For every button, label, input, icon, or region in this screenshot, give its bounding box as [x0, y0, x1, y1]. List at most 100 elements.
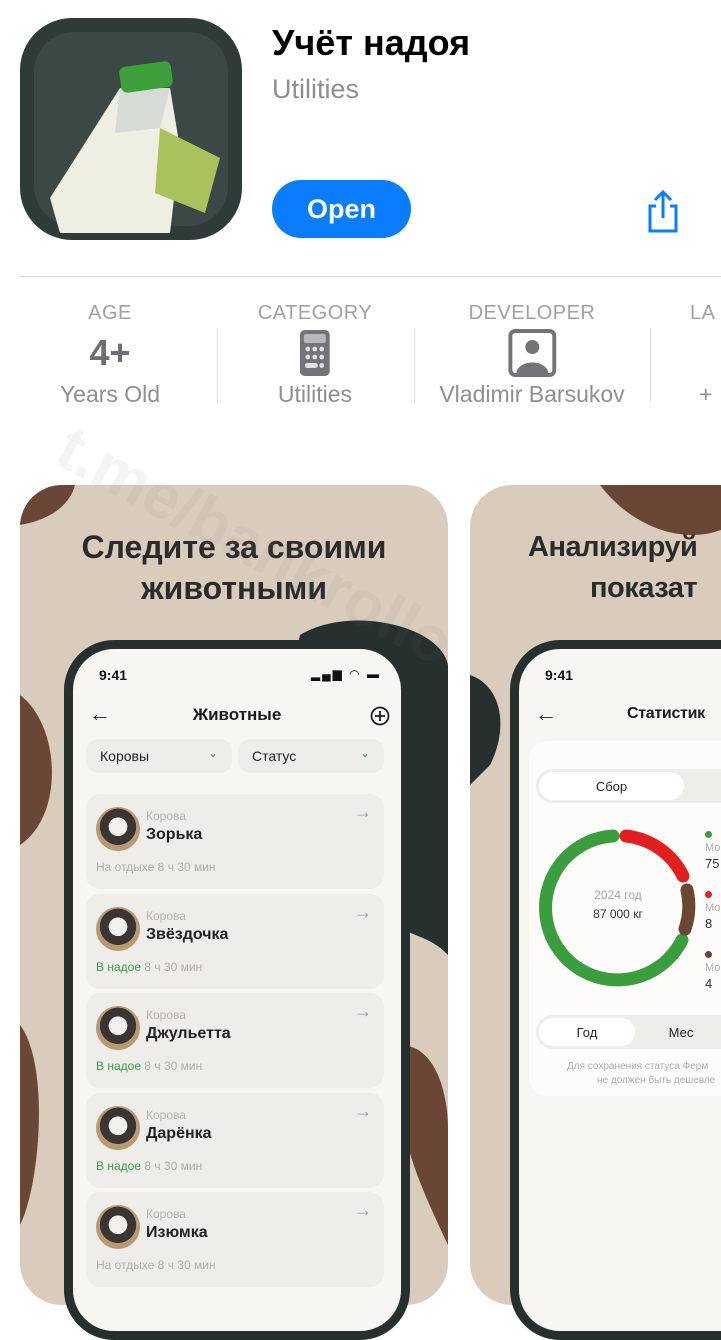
age-label: AGE [88, 302, 132, 324]
cow-avatar [96, 807, 140, 851]
note-line-1: Для сохранения статуса Ферм [567, 1061, 709, 1072]
arrow-right-icon[interactable]: → [354, 802, 372, 823]
share-icon[interactable] [644, 190, 682, 234]
legend-dot [705, 891, 712, 898]
info-age: AGE 4+ Years Old [60, 302, 160, 408]
legend-dot [705, 831, 712, 838]
animal-name: Джульетта [146, 1025, 231, 1042]
animal-list-item[interactable]: Корова Зорька На отдыхе 8 ч 30 мин → [86, 794, 384, 889]
donut-year: 2024 год [594, 888, 642, 902]
arrow-right-icon[interactable]: → [354, 1001, 372, 1022]
legend-dot [705, 951, 712, 958]
legend-value: 4 [705, 976, 713, 991]
status-icons: ▂▄▆ ◠ ▬ [310, 667, 381, 681]
cow-avatar [96, 907, 140, 951]
animal-kind: Корова [146, 1207, 186, 1221]
arrow-right-icon[interactable]: → [354, 1200, 372, 1221]
legend-label: Мо [705, 902, 721, 914]
status-label: В надое [96, 1059, 141, 1073]
legend-value: 75 [705, 856, 720, 871]
animal-kind: Корова [146, 1108, 186, 1122]
status-text: 8 ч 30 мин [141, 1159, 203, 1173]
app-title: Учёт надоя [272, 22, 471, 63]
language-sub: + [699, 381, 713, 407]
category-sub: Utilities [277, 381, 353, 407]
divider [20, 276, 721, 277]
tab-year[interactable]: Год [539, 1018, 635, 1046]
animal-kind: Корова [146, 809, 186, 823]
filter-status[interactable]: Статус ⌄ [238, 739, 384, 773]
legend-label: Мо [705, 962, 721, 974]
animal-name: Зорька [146, 826, 203, 843]
animal-status: На отдыхе 8 ч 30 мин [96, 860, 216, 874]
add-circle-icon[interactable] [370, 706, 390, 726]
note-line-2: не должен быть дешевле [597, 1075, 716, 1086]
chevron-down-icon: ⌄ [359, 746, 370, 760]
animal-status: В надое 8 ч 30 мин [96, 1159, 202, 1173]
status-label: В надое [96, 1159, 141, 1173]
status-text: 8 ч 30 мин [141, 960, 203, 974]
legend-label: Мо [705, 842, 721, 854]
animal-list-item[interactable]: Корова Дарёнка В надое 8 ч 30 мин → [86, 1093, 384, 1188]
filter-label: Статус [252, 748, 297, 764]
developer-label: DEVELOPER [468, 302, 596, 324]
legend-entry: Мо 75 [705, 831, 720, 871]
calculator-icon [299, 330, 330, 376]
animal-status: На отдыхе 8 ч 30 мин [96, 1258, 216, 1272]
status-text: 8 ч 30 мин [141, 1059, 203, 1073]
animal-name: Изюмка [146, 1224, 208, 1241]
divider [414, 328, 415, 402]
donut-segment-red [619, 829, 690, 883]
tab-collection[interactable]: Сбор [539, 772, 684, 800]
developer-sub: Vladimir Barsukov [439, 381, 625, 407]
screen-title: Животные [192, 705, 282, 724]
card-heading-line-2: животными [140, 570, 328, 606]
cow-avatar [96, 1205, 140, 1249]
age-value: 4+ [89, 332, 131, 373]
legend-value: 8 [705, 916, 713, 931]
filter-animal-type[interactable]: Коровы ⌄ [86, 739, 232, 773]
animal-status: В надое 8 ч 30 мин [96, 960, 202, 974]
screen-title: Статистик [627, 705, 705, 722]
status-text: На отдыхе 8 ч 30 мин [96, 1258, 216, 1272]
phone-mockup-2: 9:41 ← Статистик Сбор 2024 год 87 000 кг… [510, 640, 721, 1340]
divider [217, 328, 218, 402]
divider [650, 328, 651, 402]
language-label: LA [690, 302, 716, 324]
animal-list-item[interactable]: Корова Звёздочка В надое 8 ч 30 мин → [86, 894, 384, 989]
animal-name: Дарёнка [146, 1125, 212, 1142]
milk-bottle-icon [50, 61, 220, 233]
status-time: 9:41 [99, 667, 128, 683]
back-arrow-icon[interactable]: ← [535, 701, 557, 727]
animal-status: В надое 8 ч 30 мин [96, 1059, 202, 1073]
person-icon [508, 329, 556, 377]
legend-entry: Мо 4 [705, 951, 720, 991]
animal-name: Звёздочка [146, 926, 229, 943]
card-heading-line-1: Анализируй [528, 531, 698, 563]
open-button[interactable]: Open [272, 180, 411, 238]
animal-kind: Корова [146, 1008, 186, 1022]
donut-total: 87 000 кг [593, 907, 643, 921]
cow-avatar [96, 1006, 140, 1050]
animal-list-item[interactable]: Корова Джульетта В надое 8 ч 30 мин → [86, 993, 384, 1088]
filter-label: Коровы [100, 748, 150, 764]
legend-entry: Мо 8 [705, 891, 720, 931]
info-language: LA + [690, 302, 715, 408]
status-label: В надое [96, 960, 141, 974]
arrow-right-icon[interactable]: → [354, 1101, 372, 1122]
tab-month[interactable]: Мес [646, 1015, 716, 1049]
stats-tab-bar: Сбор [536, 769, 721, 803]
status-text: На отдыхе 8 ч 30 мин [96, 860, 216, 874]
arrow-right-icon[interactable]: → [354, 902, 372, 923]
app-category: Utilities [272, 74, 360, 104]
chevron-down-icon: ⌄ [207, 746, 218, 760]
phone-mockup-1: 9:41 ▂▄▆ ◠ ▬ ← Животные Коровы ⌄ Статус ⌄ … [64, 640, 410, 1340]
animal-list-item[interactable]: Корова Изюмка На отдыхе 8 ч 30 мин → [86, 1192, 384, 1287]
age-sub: Years Old [59, 381, 161, 407]
app-icon [20, 18, 242, 240]
animal-kind: Корова [146, 909, 186, 923]
card-heading-line-2: показат [590, 572, 698, 604]
info-developer[interactable]: DEVELOPER Vladimir Barsukov [439, 302, 624, 408]
period-tab-bar: Год Мес [536, 1015, 721, 1049]
info-category[interactable]: CATEGORY Utilities [258, 302, 372, 408]
